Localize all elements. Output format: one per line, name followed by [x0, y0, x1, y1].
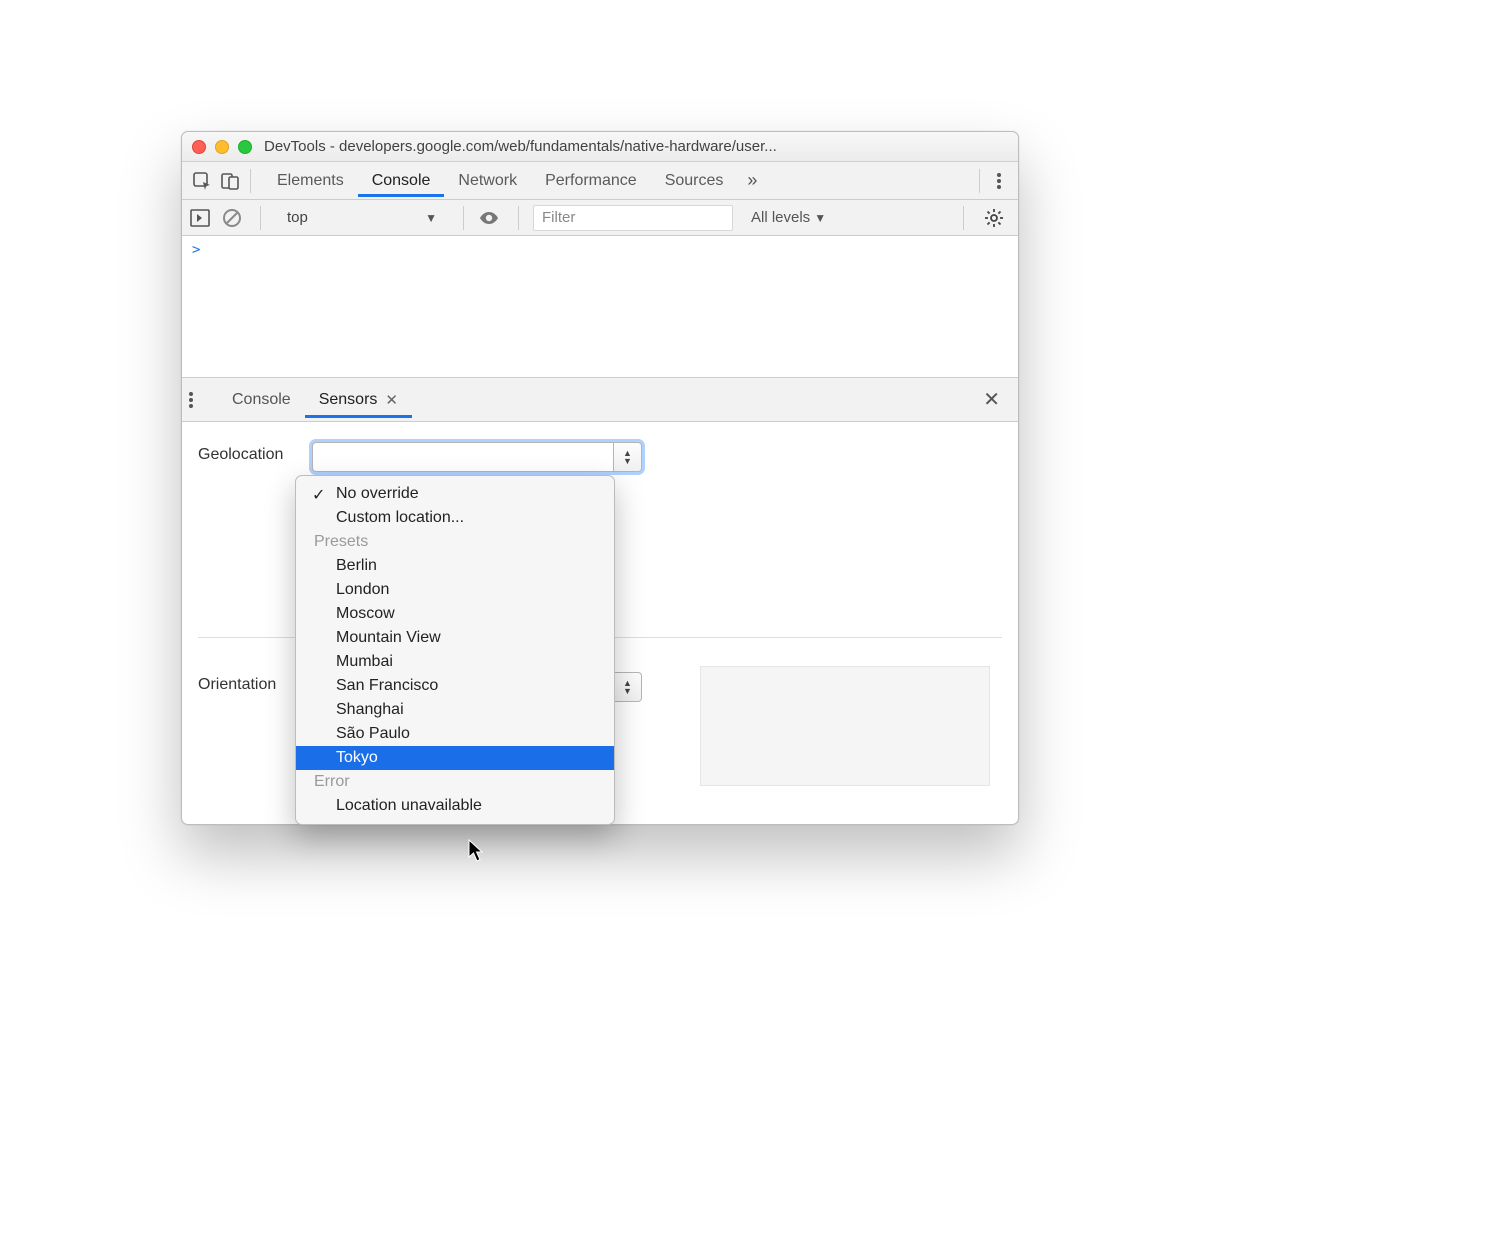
geolocation-row: Geolocation ▲▼ [198, 442, 1002, 472]
console-settings-icon[interactable] [978, 208, 1010, 228]
divider [250, 169, 251, 193]
orientation-label: Orientation [198, 676, 276, 694]
dropdown-item-mountain-view[interactable]: Mountain View [296, 626, 614, 650]
dropdown-item-custom-location[interactable]: Custom location... [296, 506, 614, 530]
main-tabs: Elements Console Network Performance Sou… [263, 164, 737, 197]
window-controls [192, 140, 252, 154]
clear-console-icon[interactable] [222, 208, 246, 228]
dropdown-item-no-override[interactable]: No override [296, 482, 614, 506]
tab-sources[interactable]: Sources [651, 164, 738, 197]
drawer-menu-button[interactable] [188, 390, 216, 410]
divider [463, 206, 464, 230]
console-output[interactable]: > [182, 236, 1018, 378]
tab-console[interactable]: Console [358, 164, 445, 197]
drawer-tab-label: Sensors [319, 391, 378, 409]
divider [979, 169, 980, 193]
dropdown-item-location-unavailable[interactable]: Location unavailable [296, 794, 614, 818]
zoom-window-button[interactable] [238, 140, 252, 154]
levels-label: All levels [751, 209, 810, 226]
dropdown-item-sao-paulo[interactable]: São Paulo [296, 722, 614, 746]
orientation-preview [700, 666, 990, 786]
dropdown-triangle-icon: ▼ [425, 211, 437, 225]
divider [963, 206, 964, 230]
console-prompt-icon: > [192, 242, 200, 258]
tab-elements[interactable]: Elements [263, 164, 358, 197]
close-drawer-button[interactable]: ✕ [971, 387, 1012, 412]
dropdown-group-error: Error [296, 770, 614, 794]
console-sidebar-toggle-icon[interactable] [190, 209, 214, 227]
dropdown-item-mumbai[interactable]: Mumbai [296, 650, 614, 674]
live-expression-icon[interactable] [478, 210, 504, 226]
dropdown-group-presets: Presets [296, 530, 614, 554]
geolocation-dropdown: No override Custom location... Presets B… [295, 475, 615, 825]
main-menu-button[interactable] [986, 171, 1012, 191]
close-window-button[interactable] [192, 140, 206, 154]
drawer-tab-sensors[interactable]: Sensors ✕ [305, 381, 412, 418]
execution-context-select[interactable]: top ▼ [277, 205, 447, 231]
console-toolbar: top ▼ All levels ▼ [182, 200, 1018, 236]
tab-network[interactable]: Network [444, 164, 531, 197]
close-tab-icon[interactable]: ✕ [385, 391, 398, 409]
dropdown-item-san-francisco[interactable]: San Francisco [296, 674, 614, 698]
more-tabs-button[interactable]: » [737, 170, 767, 191]
mouse-cursor-icon [468, 839, 486, 863]
titlebar: DevTools - developers.google.com/web/fun… [182, 132, 1018, 162]
drawer-tabstrip: Console Sensors ✕ ✕ [182, 378, 1018, 422]
dropdown-item-berlin[interactable]: Berlin [296, 554, 614, 578]
divider [260, 206, 261, 230]
tab-performance[interactable]: Performance [531, 164, 651, 197]
drawer-tab-label: Console [232, 391, 291, 409]
main-tabstrip: Elements Console Network Performance Sou… [182, 162, 1018, 200]
window-title: DevTools - developers.google.com/web/fun… [264, 138, 1008, 155]
dropdown-triangle-icon: ▼ [814, 211, 826, 225]
dropdown-item-tokyo[interactable]: Tokyo [296, 746, 614, 770]
drawer-tab-console[interactable]: Console [218, 381, 305, 418]
minimize-window-button[interactable] [215, 140, 229, 154]
device-toolbar-icon[interactable] [216, 167, 244, 195]
dropdown-item-london[interactable]: London [296, 578, 614, 602]
geolocation-select[interactable]: ▲▼ [312, 442, 642, 472]
select-stepper-icon: ▲▼ [613, 443, 641, 471]
filter-input[interactable] [533, 205, 733, 231]
dropdown-item-shanghai[interactable]: Shanghai [296, 698, 614, 722]
dropdown-item-moscow[interactable]: Moscow [296, 602, 614, 626]
inspect-element-icon[interactable] [188, 167, 216, 195]
log-levels-select[interactable]: All levels ▼ [745, 209, 832, 226]
context-value: top [287, 209, 308, 226]
select-stepper-icon: ▲▼ [613, 673, 641, 701]
geolocation-label: Geolocation [198, 442, 298, 464]
divider [518, 206, 519, 230]
